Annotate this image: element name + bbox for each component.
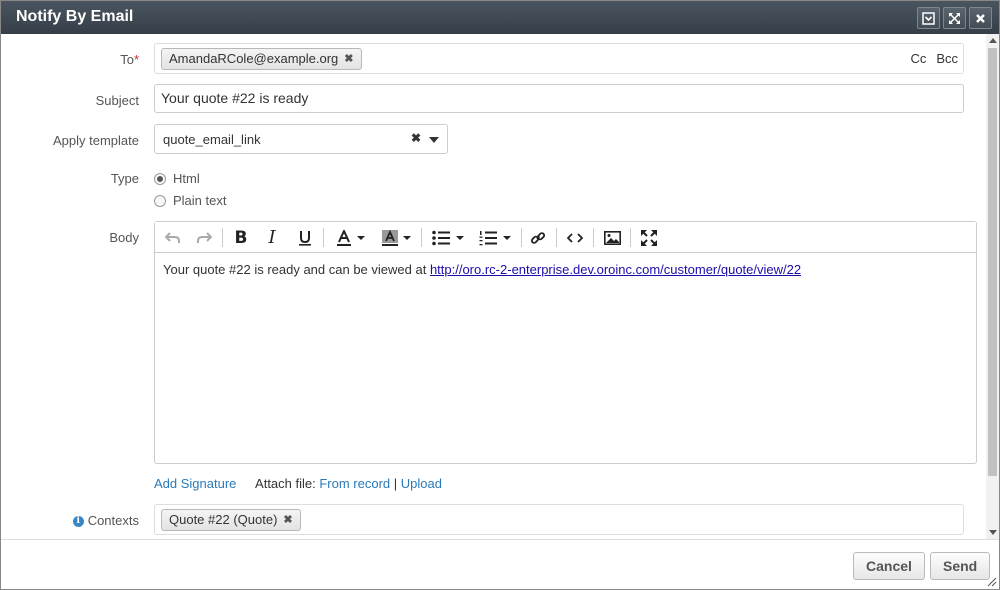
template-label: Apply template [53, 133, 139, 148]
cancel-button[interactable]: Cancel [853, 552, 925, 580]
html-radio-label: Html [173, 171, 200, 186]
cc-toggle[interactable]: Cc [910, 51, 926, 66]
subject-label: Subject [95, 93, 139, 108]
html-radio[interactable] [154, 172, 166, 185]
scroll-up-icon[interactable] [989, 38, 997, 43]
toolbar-separator [630, 228, 631, 247]
source-code-button[interactable] [565, 228, 585, 247]
insert-link-button[interactable] [528, 228, 548, 247]
chevron-down-icon [356, 235, 365, 240]
template-select[interactable]: quote_email_link ✖ [154, 124, 448, 154]
toolbar-separator [323, 228, 324, 247]
from-record-link[interactable]: From record [319, 476, 390, 491]
toolbar-separator [521, 228, 522, 247]
underline-icon [299, 230, 311, 246]
chevron-down-icon [456, 235, 464, 240]
type-label: Type [110, 171, 139, 186]
clear-template-icon[interactable]: ✖ [411, 131, 421, 145]
numbered-list-button[interactable] [477, 228, 513, 247]
chevron-down-icon [503, 235, 511, 240]
toolbar-separator [421, 228, 422, 247]
image-icon [603, 230, 621, 245]
background-color-icon [381, 229, 398, 246]
italic-button[interactable]: I [262, 227, 282, 248]
upload-link[interactable]: Upload [401, 476, 442, 491]
minimize-button[interactable] [917, 7, 940, 29]
body-text: Your quote #22 is ready and can be viewe… [163, 262, 430, 277]
resize-grip-icon[interactable] [987, 577, 997, 587]
bold-icon: B [234, 227, 248, 248]
type-option-plain[interactable]: Plain text [154, 193, 226, 208]
contexts-label: i Contexts [72, 513, 139, 528]
toolbar-separator [222, 228, 223, 247]
toolbar-separator [593, 228, 594, 247]
link-icon [530, 231, 546, 244]
plain-text-radio-label: Plain text [173, 193, 227, 208]
italic-icon: I [268, 227, 276, 248]
scroll-thumb[interactable] [988, 48, 997, 476]
body-label: Body [109, 230, 139, 245]
recipient-tag: AmandaRCole@example.org ✖ [161, 48, 362, 70]
background-color-button[interactable] [379, 228, 413, 247]
bold-button[interactable]: B [231, 227, 251, 248]
attach-file-label: Attach file: [255, 476, 316, 491]
bullet-list-button[interactable] [430, 228, 466, 247]
editor-toolbar: B I [155, 222, 976, 253]
redo-icon [197, 231, 212, 243]
body-editor[interactable]: B I Your quote #22 is ready and can be v… [154, 221, 977, 464]
plain-text-radio[interactable] [154, 194, 166, 207]
minimize-icon [922, 11, 935, 25]
fullscreen-icon [641, 229, 657, 246]
contexts-field[interactable]: Quote #22 (Quote) ✖ [154, 504, 964, 535]
body-content[interactable]: Your quote #22 is ready and can be viewe… [163, 262, 801, 277]
to-label: To* [120, 52, 139, 67]
dialog-titlebar: Notify By Email [1, 1, 999, 34]
subject-input[interactable]: Your quote #22 is ready [154, 84, 964, 113]
dialog-content: To* AmandaRCole@example.org ✖ Cc Bcc Sub… [1, 34, 986, 539]
undo-button[interactable] [163, 228, 183, 247]
to-field[interactable]: AmandaRCole@example.org ✖ Cc Bcc [154, 43, 964, 74]
text-color-button[interactable] [333, 228, 367, 247]
add-signature-link[interactable]: Add Signature [154, 476, 236, 491]
dialog-footer: Cancel Send [1, 539, 999, 589]
context-tag: Quote #22 (Quote) ✖ [161, 509, 301, 531]
chevron-down-icon [402, 235, 411, 240]
bullet-list-icon [432, 230, 450, 245]
redo-button[interactable] [194, 228, 214, 247]
fullscreen-button[interactable] [639, 228, 659, 247]
maximize-icon [949, 12, 960, 24]
send-button[interactable]: Send [930, 552, 991, 580]
toolbar-separator [556, 228, 557, 247]
required-marker: * [133, 52, 139, 67]
close-button[interactable] [969, 7, 992, 29]
remove-recipient-icon[interactable]: ✖ [344, 49, 353, 69]
undo-icon [165, 231, 180, 243]
context-label: Quote #22 (Quote) [169, 512, 278, 527]
recipient-email: AmandaRCole@example.org [169, 51, 339, 66]
info-icon[interactable]: i [72, 516, 84, 528]
text-color-icon [336, 229, 351, 246]
type-option-html[interactable]: Html [154, 171, 200, 186]
scroll-down-icon[interactable] [989, 530, 997, 535]
code-icon [567, 232, 583, 243]
insert-image-button[interactable] [602, 228, 622, 247]
maximize-button[interactable] [943, 7, 966, 29]
remove-context-icon[interactable]: ✖ [283, 510, 292, 530]
notify-email-dialog: Notify By Email To* AmandaRCole@example.… [0, 0, 1000, 590]
attach-separator: | [393, 476, 398, 491]
content-scrollbar[interactable] [986, 34, 999, 539]
template-value: quote_email_link [163, 132, 261, 147]
dialog-title: Notify By Email [16, 8, 134, 25]
bcc-toggle[interactable]: Bcc [936, 51, 958, 66]
chevron-down-icon[interactable] [429, 137, 439, 143]
numbered-list-icon [479, 230, 497, 245]
quote-link[interactable]: http://oro.rc-2-enterprise.dev.oroinc.co… [430, 262, 801, 277]
underline-button[interactable] [295, 228, 315, 247]
body-actions: Add Signature Attach file: From record |… [154, 476, 442, 491]
close-icon [976, 13, 985, 23]
